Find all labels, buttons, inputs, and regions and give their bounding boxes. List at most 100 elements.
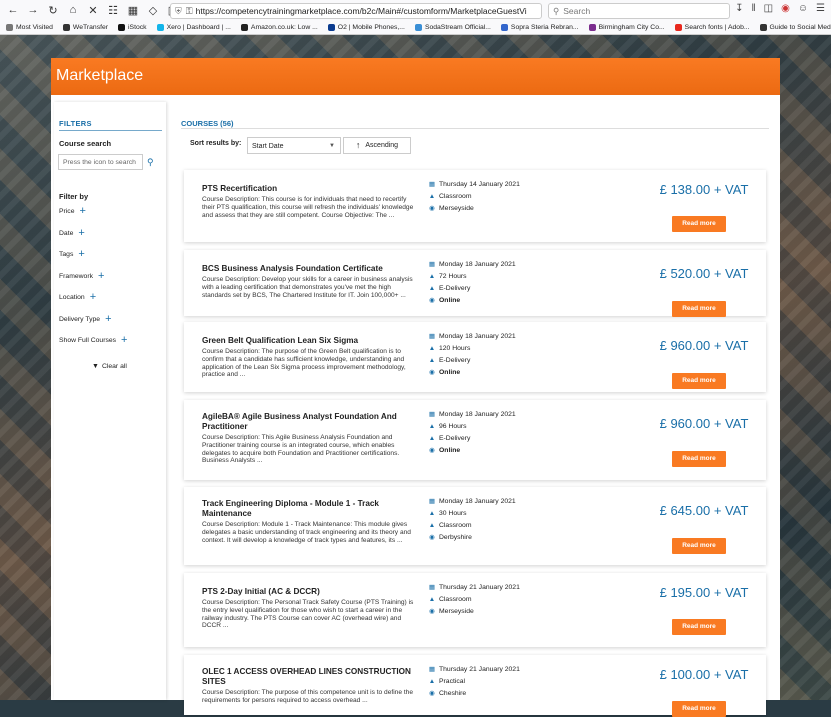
sort-order-button[interactable]: ↑ Ascending — [343, 137, 411, 154]
plus-icon[interactable]: + — [78, 228, 84, 239]
bookmark-item[interactable]: Birmingham City Co... — [588, 23, 665, 31]
course-card: PTS 2-Day Initial (AC & DCCR) Course Des… — [184, 573, 766, 647]
close-tab-icon[interactable]: ✕ — [86, 3, 100, 17]
bookmark-label: Birmingham City Co... — [598, 23, 665, 31]
plus-icon[interactable]: + — [90, 292, 96, 303]
course-location: ◉ Merseyside — [428, 202, 520, 214]
bookmark-item[interactable]: O2 | Mobile Phones,... — [327, 23, 405, 31]
course-meta: ▦ Monday 18 January 2021 ▲ 30 Hours ▲ Classro… — [428, 495, 516, 543]
read-more-button[interactable]: Read more — [672, 301, 726, 317]
bookmark-label: Sopra Steria Rebran... — [510, 23, 579, 31]
course-title[interactable]: PTS Recertification — [202, 184, 417, 194]
read-more-button[interactable]: Read more — [672, 701, 726, 717]
read-more-button[interactable]: Read more — [672, 451, 726, 467]
filter-delivery-type[interactable]: Delivery Type + — [59, 314, 112, 325]
course-description: Course Description: This course is for i… — [202, 196, 414, 219]
account-icon[interactable]: ☺ — [798, 3, 808, 14]
filters-divider — [59, 130, 162, 131]
plus-icon[interactable]: + — [80, 206, 86, 217]
bookmark-label: SodaStream Official... — [424, 23, 491, 31]
filter-label: Framework — [59, 272, 93, 280]
course-date: ▦ Thursday 21 January 2021 — [428, 663, 520, 675]
sidebar-icon[interactable]: ◫ — [764, 3, 773, 14]
bookmark-label: Guide to Social Med... — [769, 23, 831, 31]
reload-icon[interactable]: ↻ — [46, 3, 60, 17]
course-date-text: Thursday 14 January 2021 — [439, 180, 520, 188]
sort-label: Sort results by: — [190, 140, 242, 147]
filters-title: FILTERS — [59, 119, 92, 128]
plus-icon[interactable]: + — [105, 314, 111, 325]
url-bar[interactable]: ⛨ ⚿ https://competencytrainingmarketplac… — [170, 3, 542, 19]
course-meta: ▦ Monday 18 January 2021 ▲ 96 Hours ▲ E-Deliv… — [428, 408, 516, 456]
library-shelf-icon[interactable]: ‖ — [751, 3, 755, 14]
bookmark-item[interactable]: Amazon.co.uk: Low ... — [240, 23, 318, 31]
bookmark-item[interactable]: SodaStream Official... — [414, 23, 491, 31]
library-icon[interactable]: ▦ — [126, 3, 140, 17]
globe-icon: ◉ — [429, 205, 435, 212]
course-date-text: Monday 18 January 2021 — [439, 410, 516, 418]
pocket-icon[interactable]: ◇ — [146, 3, 160, 17]
bookmark-item[interactable]: WeTransfer — [62, 23, 108, 31]
course-title[interactable]: BCS Business Analysis Foundation Certifi… — [202, 264, 417, 274]
course-description: Course Description: The Personal Track S… — [202, 599, 414, 630]
course-hours-text: 120 Hours — [439, 344, 471, 352]
course-location: ◉ Cheshire — [428, 687, 520, 699]
bookmark-favicon-icon — [156, 23, 164, 31]
bookmark-favicon-icon — [6, 23, 13, 31]
browser-toolbar: ← → ↻ ⌂ ✕ ☷ ▦ ◇ ▣ ⛨ ⚿ https://competency… — [0, 0, 831, 21]
course-location-text: Merseyside — [439, 607, 474, 615]
course-delivery-text: E-Delivery — [439, 356, 471, 364]
bookmark-item[interactable]: Search fonts | Adob... — [674, 23, 750, 31]
course-title[interactable]: AgileBA® Agile Business Analyst Foundati… — [202, 412, 417, 432]
bookmark-item[interactable]: iStock — [118, 23, 147, 31]
filter-framework[interactable]: Framework + — [59, 271, 104, 282]
course-title[interactable]: Track Engineering Diploma - Module 1 - T… — [202, 499, 417, 519]
read-more-button[interactable]: Read more — [672, 538, 726, 554]
bookmarks-icon[interactable]: ☷ — [106, 3, 120, 17]
clear-all-button[interactable]: ▼ Clear all — [92, 363, 127, 370]
course-card: OLEC 1 ACCESS OVERHEAD LINES CONSTRUCTIO… — [184, 655, 766, 717]
bookmark-item[interactable]: Xero | Dashboard | ... — [156, 23, 231, 31]
home-icon[interactable]: ⌂ — [66, 3, 80, 17]
course-title[interactable]: OLEC 1 ACCESS OVERHEAD LINES CONSTRUCTIO… — [202, 667, 417, 687]
bookmark-label: Xero | Dashboard | ... — [166, 23, 231, 31]
course-location-text: Merseyside — [439, 204, 474, 212]
search-icon[interactable]: ⚲ — [147, 157, 154, 168]
bookmark-item[interactable]: Most Visited — [6, 23, 53, 31]
filter-tags[interactable]: Tags + — [59, 249, 85, 260]
bookmark-label: O2 | Mobile Phones,... — [337, 23, 405, 31]
course-date-text: Thursday 21 January 2021 — [439, 583, 520, 591]
marketplace-header: Marketplace — [51, 58, 780, 95]
plus-icon[interactable]: + — [121, 335, 127, 346]
browser-search-input[interactable]: ⚲ Search — [548, 3, 730, 19]
sort-select[interactable]: Start Date ▼ — [247, 137, 341, 154]
graduation-cap-icon: ▲ — [428, 595, 436, 603]
bookmark-favicon-icon — [500, 23, 508, 31]
course-location: ◉ Online — [428, 294, 516, 306]
menu-icon[interactable]: ☰ — [816, 3, 825, 14]
bookmark-item[interactable]: Guide to Social Med... — [759, 23, 831, 31]
course-hours: ▲ 120 Hours — [428, 342, 516, 354]
download-icon[interactable]: ↧ — [735, 3, 743, 14]
course-title[interactable]: Green Belt Qualification Lean Six Sigma — [202, 336, 417, 346]
course-search-input[interactable]: Press the icon to search — [58, 154, 143, 170]
course-search-label: Course search — [59, 139, 112, 148]
read-more-button[interactable]: Read more — [672, 216, 726, 232]
back-icon[interactable]: ← — [6, 3, 20, 17]
filter-location[interactable]: Location + — [59, 292, 96, 303]
read-more-button[interactable]: Read more — [672, 619, 726, 635]
bookmark-favicon-icon — [240, 23, 248, 31]
filter-show-full-courses[interactable]: Show Full Courses + — [59, 335, 127, 346]
forward-icon[interactable]: → — [26, 3, 40, 17]
course-title[interactable]: PTS 2-Day Initial (AC & DCCR) — [202, 587, 417, 597]
filter-date[interactable]: Date + — [59, 228, 85, 239]
courses-count-title: COURSES (56) — [181, 119, 234, 128]
plus-icon[interactable]: + — [78, 249, 84, 260]
extension-icon[interactable]: ◉ — [781, 3, 790, 14]
bookmark-item[interactable]: Sopra Steria Rebran... — [500, 23, 579, 31]
calendar-icon: ▦ — [428, 261, 436, 268]
read-more-button[interactable]: Read more — [672, 373, 726, 389]
bell-icon: ▲ — [428, 344, 436, 352]
plus-icon[interactable]: + — [98, 271, 104, 282]
filter-price[interactable]: Price + — [59, 206, 86, 217]
